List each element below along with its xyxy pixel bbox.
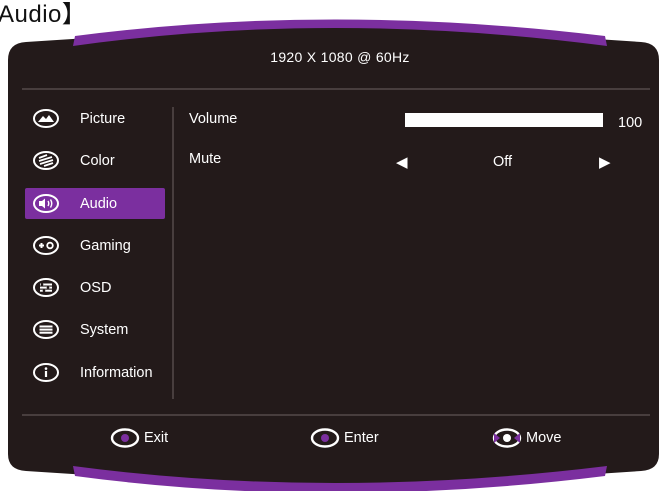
sidebar-item-label: Information <box>80 364 153 381</box>
sidebar-item-label: Gaming <box>80 237 131 254</box>
sidebar-item-osd[interactable]: OSD <box>25 272 165 303</box>
sidebar-item-label: OSD <box>80 280 112 297</box>
sidebar-item-gaming[interactable]: Gaming <box>25 230 165 261</box>
mute-value: Off <box>493 154 513 170</box>
move-icon <box>492 428 522 448</box>
move-label: Move <box>526 430 562 446</box>
picture-icon <box>33 109 59 128</box>
enter-label: Enter <box>344 430 379 446</box>
sidebar-item-color[interactable]: Color <box>25 145 165 176</box>
osd-icon <box>33 278 59 298</box>
volume-value: 100 <box>618 115 643 131</box>
exit-label: Exit <box>144 430 169 446</box>
move-button[interactable]: Move <box>492 428 561 448</box>
audio-icon <box>33 193 59 213</box>
volume-slider-fill <box>405 113 603 127</box>
enter-button[interactable]: Enter <box>310 428 379 448</box>
mute-prev-arrow[interactable]: ◀ <box>396 155 408 170</box>
osd-screen: Audio】 1920 X 1080 @ 60Hz Picture Color … <box>0 0 667 491</box>
sidebar-item-audio[interactable]: Audio <box>25 187 165 219</box>
sidebar-item-label: Audio <box>80 195 118 212</box>
system-icon <box>33 320 59 340</box>
sidebar-menu: Picture Color Audio Gaming OSD System In… <box>25 103 165 399</box>
information-icon <box>33 362 59 382</box>
mute-next-arrow[interactable]: ▶ <box>599 155 611 170</box>
volume-label: Volume <box>189 111 238 127</box>
sidebar-item-information[interactable]: Information <box>25 357 165 388</box>
exit-button[interactable]: Exit <box>110 428 168 448</box>
mute-label: Mute <box>189 151 222 167</box>
sidebar-item-label: Color <box>80 153 115 170</box>
sidebar-item-picture[interactable]: Picture <box>25 103 165 134</box>
resolution-info: 1920 X 1080 @ 60Hz <box>270 49 410 65</box>
exit-icon <box>110 428 140 448</box>
enter-icon <box>310 428 340 448</box>
sidebar-item-system[interactable]: System <box>25 314 165 345</box>
gaming-icon <box>33 235 59 255</box>
sidebar-item-label: Picture <box>80 111 126 127</box>
volume-slider[interactable] <box>405 113 603 127</box>
color-icon <box>33 151 59 171</box>
sidebar-item-label: System <box>80 322 129 339</box>
